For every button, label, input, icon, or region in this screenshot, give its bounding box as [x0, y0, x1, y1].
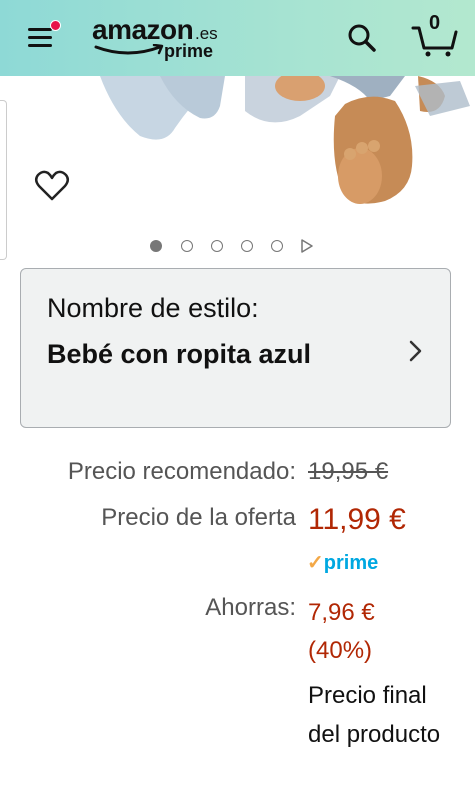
prime-badge-label: prime: [323, 552, 379, 574]
chevron-right-icon: [409, 340, 422, 362]
style-selector[interactable]: Nombre de estilo: Bebé con ropita azul: [20, 268, 451, 428]
list-price-value: 19,95 €: [308, 458, 389, 485]
style-value: Bebé con ropita azul: [47, 339, 312, 369]
carousel-dot[interactable]: [181, 240, 193, 252]
savings-value: 7,96 € (40%): [308, 594, 375, 670]
final-price-note: Precio final del producto: [308, 682, 441, 748]
style-label: Nombre de estilo:: [47, 293, 259, 323]
amazon-prime-logo[interactable]: amazon .es prime: [92, 14, 232, 64]
carousel-dot[interactable]: [211, 240, 223, 252]
menu-icon-bar: [28, 36, 52, 39]
product-image[interactable]: [0, 76, 475, 216]
deal-price-value: 11,99 €: [308, 503, 406, 536]
carousel-dot-active[interactable]: [150, 240, 162, 252]
savings-percent: (40%): [308, 637, 373, 664]
search-icon[interactable]: [346, 22, 378, 54]
carousel-dot[interactable]: [271, 240, 283, 252]
cart-count: 0: [429, 12, 441, 34]
previous-image-edge[interactable]: [0, 100, 7, 260]
menu-button[interactable]: [24, 20, 61, 56]
prime-badge: ✓prime: [307, 550, 378, 575]
menu-icon-bar: [28, 28, 52, 31]
doll-image: [100, 76, 470, 204]
savings-label: Ahorras:: [205, 594, 296, 621]
savings-amount: 7,96 €: [308, 599, 375, 626]
play-icon[interactable]: [300, 239, 314, 253]
top-nav-bar: amazon .es prime 0: [0, 0, 475, 76]
smile-arrow-icon: [94, 44, 164, 55]
menu-icon-bar: [28, 44, 52, 47]
notification-dot: [50, 20, 61, 31]
carousel-dot[interactable]: [241, 240, 253, 252]
list-price-label: Precio recomendado:: [67, 458, 296, 485]
heart-icon[interactable]: [34, 168, 70, 204]
deal-price-label: Precio de la oferta: [101, 504, 296, 531]
logo-prime: prime: [164, 41, 214, 61]
prime-check-icon: ✓: [307, 552, 324, 574]
